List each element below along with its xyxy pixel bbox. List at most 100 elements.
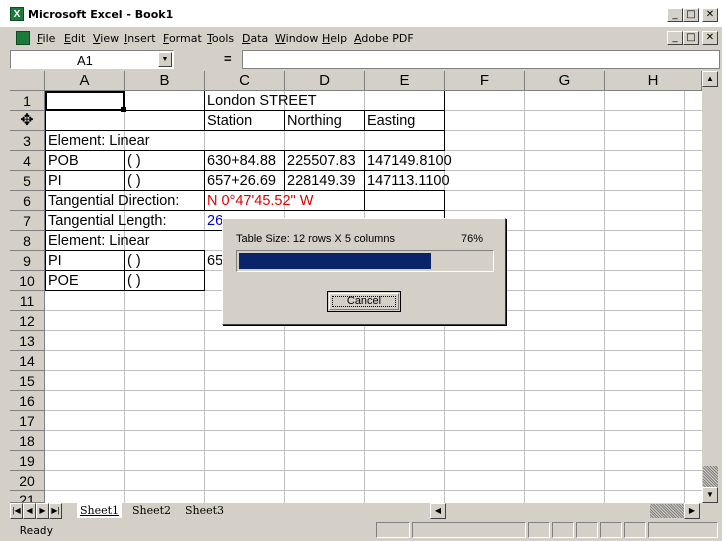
doc-close-button[interactable]: ✕	[702, 31, 718, 45]
row-header-13[interactable]: 13	[10, 331, 45, 351]
row-header-11[interactable]: 11	[10, 291, 45, 311]
row-header-7[interactable]: 7	[10, 211, 45, 231]
minimize-button[interactable]: _	[667, 8, 683, 22]
cell-c2[interactable]: Station	[207, 111, 252, 131]
menu-data[interactable]: Data	[242, 32, 268, 45]
menu-format[interactable]: Format	[163, 32, 202, 45]
cell-d2[interactable]: Northing	[287, 111, 342, 131]
formula-equals-button[interactable]: =	[224, 51, 232, 66]
last-sheet-icon[interactable]: ▶|	[49, 503, 62, 519]
menu-help[interactable]: Help	[322, 32, 347, 45]
cell-a8[interactable]: Element: Linear	[48, 231, 150, 251]
name-box[interactable]: A1 ▼	[10, 50, 174, 69]
row-header-4[interactable]: 4	[10, 151, 45, 171]
scroll-right-icon[interactable]: ▶	[684, 503, 700, 519]
column-header-e[interactable]: E	[365, 71, 445, 91]
menu-view[interactable]: View	[93, 32, 119, 45]
column-header-d[interactable]: D	[285, 71, 365, 91]
gridline	[45, 470, 702, 471]
cell-d5[interactable]: 228149.39	[287, 171, 356, 191]
doc-minimize-button[interactable]: _	[667, 31, 683, 45]
column-header-b[interactable]: B	[125, 71, 205, 91]
cell-c6[interactable]: N 0°47'45.52" W	[207, 191, 313, 211]
select-all-corner[interactable]	[10, 71, 45, 91]
cell-a9[interactable]: PI	[48, 251, 62, 271]
column-header-a[interactable]: A	[45, 71, 125, 91]
scroll-up-icon[interactable]: ▲	[702, 71, 718, 87]
cell-c4[interactable]: 630+84.88	[207, 151, 276, 171]
menu-window[interactable]: Window	[275, 32, 318, 45]
excel-app-icon[interactable]: X	[10, 7, 24, 21]
cell-c1[interactable]: London STREET	[207, 91, 317, 111]
menu-edit[interactable]: Edit	[64, 32, 85, 45]
column-header-h[interactable]: H	[605, 71, 702, 91]
column-header-g[interactable]: G	[525, 71, 605, 91]
row-header-15[interactable]: 15	[10, 371, 45, 391]
cell-c9[interactable]: 65	[207, 251, 223, 271]
menu-insert[interactable]: Insert	[124, 32, 156, 45]
cancel-button[interactable]: Cancel	[327, 291, 401, 312]
cell-c5[interactable]: 657+26.69	[207, 171, 276, 191]
tab-sheet3[interactable]: Sheet3	[182, 503, 227, 518]
scroll-thumb[interactable]	[703, 466, 718, 488]
row-header-1[interactable]: 1	[10, 91, 45, 111]
title-bar[interactable]: X Microsoft Excel - Book1 _ □ ✕	[0, 0, 722, 27]
cell-a4[interactable]: POB	[48, 151, 79, 171]
cell-d4[interactable]: 225507.83	[287, 151, 356, 171]
row-header-16[interactable]: 16	[10, 391, 45, 411]
prev-sheet-icon[interactable]: ◀	[23, 503, 36, 519]
tab-sheet1[interactable]: Sheet1	[77, 503, 123, 518]
close-button[interactable]: ✕	[702, 8, 718, 22]
next-sheet-icon[interactable]: ▶	[36, 503, 49, 519]
row-header-14[interactable]: 14	[10, 351, 45, 371]
cell-a6[interactable]: Tangential Direction:	[48, 191, 179, 211]
cell-b5[interactable]: ( )	[127, 171, 141, 191]
fill-handle[interactable]	[121, 107, 126, 112]
menu-adobe-pdf[interactable]: Adobe PDF	[354, 32, 414, 45]
cell-a5[interactable]: PI	[48, 171, 62, 191]
gridline	[45, 490, 702, 491]
column-header-f[interactable]: F	[445, 71, 525, 91]
row-header-9[interactable]: 9	[10, 251, 45, 271]
restore-button[interactable]: □	[683, 8, 699, 22]
workbook-icon[interactable]	[16, 31, 30, 45]
cell-border	[124, 151, 125, 191]
menu-tools[interactable]: Tools	[207, 32, 234, 45]
cell-e5[interactable]: 147113.1100	[367, 171, 450, 191]
cell-b10[interactable]: ( )	[127, 271, 141, 291]
scroll-down-icon[interactable]: ▼	[702, 487, 718, 503]
row-header-8[interactable]: 8	[10, 231, 45, 251]
cell-border	[204, 191, 205, 211]
first-sheet-icon[interactable]: |◀	[10, 503, 23, 519]
row-header-12[interactable]: 12	[10, 311, 45, 331]
tab-sheet2[interactable]: Sheet2	[129, 503, 174, 518]
row-header-10[interactable]: 10	[10, 271, 45, 291]
scroll-left-icon[interactable]: ◀	[430, 503, 446, 519]
chevron-down-icon[interactable]: ▼	[158, 52, 172, 67]
row-header-3[interactable]: 3	[10, 131, 45, 151]
cell-e4[interactable]: 147149.8100	[367, 151, 452, 171]
row-header-17[interactable]: 17	[10, 411, 45, 431]
row-header-20[interactable]: 20	[10, 471, 45, 491]
horizontal-scrollbar[interactable]: ◀ ▶	[430, 503, 702, 519]
column-header-c[interactable]: C	[205, 71, 285, 91]
menu-file[interactable]: File	[37, 32, 55, 45]
cell-a3[interactable]: Element: Linear	[48, 131, 150, 151]
vertical-scrollbar[interactable]: ▲ ▼	[702, 71, 719, 503]
active-cell-a1[interactable]	[45, 91, 125, 111]
row-header-18[interactable]: 18	[10, 431, 45, 451]
gridline	[45, 350, 702, 351]
row-header-21[interactable]: 21	[10, 491, 45, 503]
cell-b4[interactable]: ( )	[127, 151, 141, 171]
cell-b9[interactable]: ( )	[127, 251, 141, 271]
cell-c7[interactable]: 26	[207, 211, 223, 231]
cell-a7[interactable]: Tangential Length:	[48, 211, 167, 231]
formula-input[interactable]	[242, 50, 720, 69]
hscroll-thumb[interactable]	[650, 504, 684, 518]
cell-a10[interactable]: POE	[48, 271, 79, 291]
row-header-5[interactable]: 5	[10, 171, 45, 191]
cell-e2[interactable]: Easting	[367, 111, 415, 131]
row-header-6[interactable]: 6	[10, 191, 45, 211]
doc-restore-button[interactable]: □	[683, 31, 699, 45]
row-header-19[interactable]: 19	[10, 451, 45, 471]
